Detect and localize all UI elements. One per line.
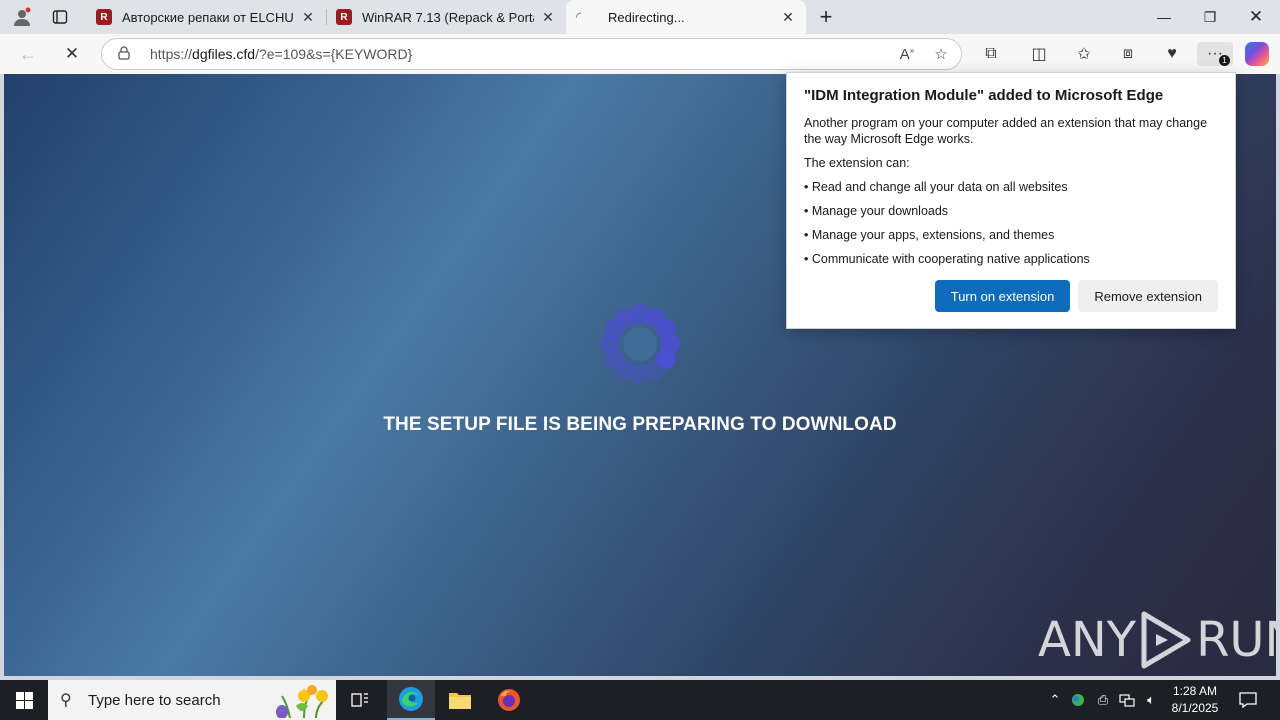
collections-icon[interactable]: ⧈ <box>1114 42 1142 66</box>
window-close-icon[interactable]: ✕ <box>1233 0 1279 34</box>
tab-title: WinRAR 7.13 (Repack & Portable) <box>362 9 534 25</box>
spinner-center <box>623 327 657 361</box>
network-icon[interactable] <box>1116 680 1138 720</box>
tab-winrar[interactable]: R WinRAR 7.13 (Repack & Portable) ✕ <box>326 0 566 34</box>
close-icon[interactable]: ✕ <box>300 9 316 26</box>
clock-date: 8/1/2025 <box>1171 701 1219 715</box>
permission-list: • Read and change all your data on all w… <box>804 179 1218 267</box>
new-tab-icon[interactable]: + <box>812 4 840 29</box>
edge-taskbar-icon[interactable] <box>387 680 435 720</box>
anyrun-watermark: ANY RUN <box>1038 610 1276 670</box>
tab-strip: R Авторские репаки от ELCHUPACABRA ✕ R W… <box>0 0 1280 34</box>
permission-item: • Manage your apps, extensions, and them… <box>804 228 1055 242</box>
turn-on-extension-button[interactable]: Turn on extension <box>934 280 1071 312</box>
play-logo-icon <box>1141 611 1191 669</box>
watermark-text-right: RUN <box>1196 612 1276 668</box>
network-status-icon[interactable] <box>1068 680 1088 720</box>
windows-logo-icon <box>15 691 33 709</box>
close-icon[interactable]: ✕ <box>540 9 556 26</box>
popup-title: "IDM Integration Module" added to Micros… <box>804 87 1164 104</box>
volume-icon[interactable]: 🔈︎ <box>1140 680 1162 720</box>
browser-toolbar: ← ✕ https://dgfiles.cfd/?e=109&s={KEYWOR… <box>0 34 1280 74</box>
url-text[interactable]: https://dgfiles.cfd/?e=109&s={KEYWORD} <box>150 46 893 62</box>
taskbar-search[interactable]: ⚲ Type here to search <box>48 680 336 720</box>
tulips-illustration-icon <box>276 685 328 718</box>
permission-item: • Read and change all your data on all w… <box>804 180 1068 194</box>
permission-item: • Communicate with cooperating native ap… <box>804 252 1090 266</box>
profile-icon[interactable] <box>8 5 36 29</box>
permission-item: • Manage your downloads <box>804 204 949 218</box>
settings-menu-icon[interactable]: ··· 1 <box>1197 42 1233 66</box>
loading-spinner-icon <box>600 304 680 384</box>
url-host: dgfiles.cfd <box>192 46 256 62</box>
file-explorer-icon[interactable] <box>436 680 484 720</box>
close-icon[interactable]: ✕ <box>780 9 796 26</box>
firefox-icon[interactable] <box>485 680 533 720</box>
address-bar[interactable]: https://dgfiles.cfd/?e=109&s={KEYWORD} A… <box>101 38 962 70</box>
restore-icon[interactable]: ❐ <box>1187 0 1233 34</box>
remove-extension-button[interactable]: Remove extension <box>1078 280 1218 312</box>
winrar-favicon-icon: R <box>336 9 352 25</box>
download-message: THE SETUP FILE IS BEING PREPARING TO DOW… <box>383 414 897 435</box>
search-icon: ⚲ <box>60 692 72 709</box>
system-clock[interactable]: 1:28 AM 8/1/2025 <box>1164 683 1226 717</box>
url-scheme: https:// <box>150 46 193 62</box>
tab-elchupacabra[interactable]: R Авторские репаки от ELCHUPACABRA ✕ <box>86 0 326 34</box>
tab-redirecting[interactable]: ◜ Redirecting... ✕ <box>566 0 806 34</box>
favorite-star-icon[interactable]: ☆ <box>927 45 955 63</box>
watermark-text-left: ANY <box>1038 612 1137 668</box>
back-icon[interactable]: ← <box>14 40 42 68</box>
start-button[interactable] <box>0 680 48 720</box>
loading-icon: ◜ <box>576 9 582 24</box>
read-aloud-icon[interactable]: A» <box>893 46 921 63</box>
split-screen-icon[interactable]: ◫ <box>1025 42 1053 66</box>
tab-actions-icon[interactable] <box>46 5 74 29</box>
printer-icon[interactable]: ⎙ <box>1093 680 1113 720</box>
browser-essentials-icon[interactable]: ♥ <box>1158 42 1186 66</box>
extensions-icon[interactable]: ⧉ <box>977 42 1005 66</box>
favorites-icon[interactable]: ✩ <box>1070 42 1098 66</box>
tab-title: Redirecting... <box>608 9 685 25</box>
notification-center-icon[interactable] <box>1230 680 1266 720</box>
show-hidden-icons-icon[interactable]: ⌃ <box>1045 680 1065 720</box>
task-view-icon[interactable] <box>336 680 384 720</box>
winrar-favicon-icon: R <box>96 9 112 25</box>
popup-can-label: The extension can: <box>804 156 910 170</box>
stop-loading-icon[interactable]: ✕ <box>58 40 86 68</box>
copilot-icon[interactable] <box>1245 42 1269 66</box>
popup-description: Another program on your computer added a… <box>804 116 1208 146</box>
notification-badge: 1 <box>1219 55 1230 66</box>
lock-icon[interactable] <box>118 45 134 63</box>
windows-taskbar: ⚲ Type here to search ⌃ ⎙ 🔈︎ 1:28 AM 8/1… <box>0 680 1280 720</box>
extension-added-popup: "IDM Integration Module" added to Micros… <box>786 72 1236 329</box>
spinner-segment <box>615 308 635 329</box>
minimize-icon[interactable]: — <box>1141 0 1187 34</box>
search-placeholder: Type here to search <box>88 691 221 709</box>
tab-title: Авторские репаки от ELCHUPACABRA <box>122 9 294 25</box>
url-path: /?e=109&s={KEYWORD} <box>255 46 413 62</box>
clock-time: 1:28 AM <box>1172 684 1218 698</box>
